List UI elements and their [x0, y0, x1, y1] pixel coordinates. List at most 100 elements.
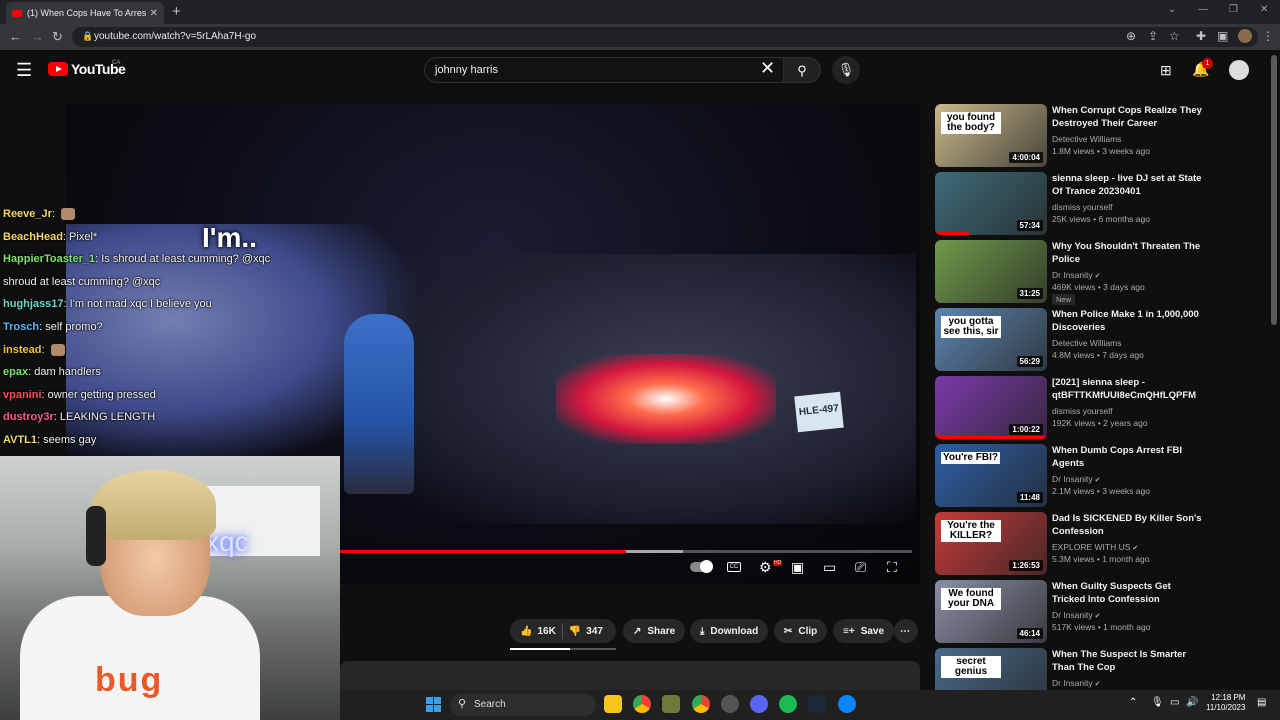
recommended-video[interactable]: you found the body? 4:00:04 When Corrupt C…: [935, 104, 1255, 168]
network-icon[interactable]: ▭: [1170, 697, 1179, 708]
miniplayer-icon[interactable]: ▣: [791, 559, 804, 576]
clear-search-icon[interactable]: ✕: [760, 58, 775, 79]
volume-icon[interactable]: 🔊: [1186, 697, 1198, 708]
download-button[interactable]: ⤓ Download: [690, 619, 769, 643]
share-icon: ↗: [633, 625, 642, 637]
side-panel-icon[interactable]: ▣: [1217, 29, 1228, 43]
progress-bar[interactable]: [340, 550, 912, 553]
channel-name[interactable]: Dr Insanity ✔: [1052, 678, 1100, 688]
video-thumbnail[interactable]: You're FBI? 11:48: [935, 444, 1047, 507]
channel-name[interactable]: EXPLORE WITH US ✔: [1052, 542, 1138, 552]
windows-start-icon[interactable]: [426, 697, 442, 713]
youtube-logo-icon[interactable]: [48, 62, 68, 76]
channel-name[interactable]: dismiss yourself: [1052, 406, 1112, 416]
steam-icon[interactable]: [808, 695, 826, 713]
dislike-button[interactable]: 👎 347: [569, 626, 603, 637]
autoplay-toggle[interactable]: [690, 560, 713, 573]
cast-icon[interactable]: ⎚: [855, 559, 866, 576]
fullscreen-icon[interactable]: ⛶: [887, 559, 897, 576]
create-video-icon[interactable]: ⊞: [1160, 62, 1172, 79]
spotify-icon[interactable]: [779, 695, 797, 713]
taskbar-clock[interactable]: 12:18 PM 11/10/2023: [1206, 693, 1245, 713]
forward-icon[interactable]: →: [31, 29, 44, 44]
microphone-tray-icon[interactable]: 🎙: [1151, 697, 1164, 708]
recommended-video[interactable]: 1:00:22 [2021] sienna sleep - qtBFTTKMfUU…: [935, 376, 1255, 440]
verified-icon: ✔: [1092, 273, 1101, 280]
notification-center-icon[interactable]: ▤: [1257, 697, 1266, 708]
recommended-video[interactable]: 31:25 Why You Shouldn't Threaten The Poli…: [935, 240, 1255, 305]
like-button[interactable]: 👍 16K: [520, 626, 556, 637]
chrome-icon[interactable]: [633, 695, 651, 713]
video-title[interactable]: sienna sleep - live DJ set at State Of T…: [1052, 172, 1202, 198]
channel-name[interactable]: Detective Williams: [1052, 338, 1121, 348]
reload-icon[interactable]: ↻: [52, 29, 63, 45]
channel-name[interactable]: dismiss yourself: [1052, 202, 1112, 212]
discord-icon[interactable]: [750, 695, 768, 713]
clip-button[interactable]: ✂ Clip: [774, 619, 828, 643]
url-field[interactable]: youtube.com/watch?v=5rLAha7H-go: [72, 27, 1258, 47]
taskbar-search[interactable]: Search: [450, 694, 596, 716]
watched-progress: [935, 436, 1047, 439]
close-window-icon[interactable]: ✕: [1260, 4, 1268, 15]
upload-age: 7 days ago: [1102, 350, 1144, 360]
video-title[interactable]: Why You Shouldn't Threaten The Police: [1052, 240, 1202, 266]
video-thumbnail[interactable]: you found the body? 4:00:04: [935, 104, 1047, 167]
voice-search-button[interactable]: 🎙: [832, 56, 860, 84]
video-title[interactable]: When The Suspect Is Smarter Than The Cop: [1052, 648, 1202, 674]
video-title[interactable]: When Police Make 1 in 1,000,000 Discover…: [1052, 308, 1202, 334]
channel-name[interactable]: Dr Insanity ✔: [1052, 610, 1100, 620]
recommended-video[interactable]: you gotta see this, sir 56:29 When Police …: [935, 308, 1255, 372]
video-thumbnail[interactable]: We found your DNA 46:14: [935, 580, 1047, 643]
subtitles-icon[interactable]: CC: [727, 562, 741, 572]
channel-name[interactable]: Dr Insanity ✔: [1052, 474, 1100, 484]
video-thumbnail[interactable]: 1:00:22: [935, 376, 1047, 439]
chrome-profile-icon[interactable]: [692, 695, 710, 713]
app-icon-2[interactable]: [838, 695, 856, 713]
video-thumbnail[interactable]: 57:34: [935, 172, 1047, 235]
video-title[interactable]: Dad Is SICKENED By Killer Son's Confessi…: [1052, 512, 1202, 538]
theater-mode-icon[interactable]: ▭: [823, 559, 836, 576]
more-actions-button[interactable]: ⋯: [894, 619, 918, 643]
recommended-video[interactable]: You're the KILLER? 1:26:53 Dad Is SICKENED…: [935, 512, 1255, 576]
search-input[interactable]: johnny harris: [424, 57, 784, 83]
browser-tab[interactable]: (1) When Cops Have To Arrest Th ✕: [6, 2, 164, 24]
video-thumbnail[interactable]: You're the KILLER? 1:26:53: [935, 512, 1047, 575]
page-scrollbar[interactable]: [1271, 55, 1277, 325]
license-plate: HLE-497: [794, 391, 844, 433]
file-explorer-icon[interactable]: [604, 695, 622, 713]
recommended-video[interactable]: We found your DNA 46:14 When Guilty Suspec…: [935, 580, 1255, 644]
share-button[interactable]: ↗ Share: [623, 619, 686, 643]
app-icon[interactable]: [662, 695, 680, 713]
video-title[interactable]: When Corrupt Cops Realize They Destroyed…: [1052, 104, 1202, 130]
share-page-icon[interactable]: ⇪: [1148, 29, 1158, 43]
recommended-video[interactable]: 57:34 sienna sleep - live DJ set at State…: [935, 172, 1255, 236]
menu-icon[interactable]: ☰: [16, 60, 32, 81]
account-avatar[interactable]: [1229, 60, 1249, 80]
video-thumbnail[interactable]: 31:25: [935, 240, 1047, 303]
obs-icon[interactable]: [721, 695, 739, 713]
tab-search-icon[interactable]: ⌄: [1168, 4, 1176, 15]
settings-gear-icon[interactable]: ⚙: [759, 559, 772, 576]
search-button[interactable]: ⚲: [783, 57, 821, 83]
close-tab-icon[interactable]: ✕: [150, 8, 158, 19]
video-title[interactable]: When Guilty Suspects Get Tricked Into Co…: [1052, 580, 1202, 606]
extensions-icon[interactable]: ✚: [1196, 29, 1206, 43]
bookmark-star-icon[interactable]: ☆: [1169, 29, 1180, 43]
channel-name[interactable]: Dr Insanity ✔: [1052, 270, 1100, 280]
tray-chevron-icon[interactable]: ⌃: [1129, 697, 1137, 708]
channel-name[interactable]: Detective Williams: [1052, 134, 1121, 144]
lock-icon[interactable]: 🔒: [82, 31, 93, 42]
save-button[interactable]: ≡+ Save: [833, 619, 895, 643]
browser-menu-icon[interactable]: ⋮: [1262, 29, 1274, 43]
profile-avatar[interactable]: [1238, 29, 1252, 43]
back-icon[interactable]: ←: [9, 29, 22, 44]
video-title[interactable]: [2021] sienna sleep - qtBFTTKMfUUI8eCmQH…: [1052, 376, 1202, 402]
minimize-icon[interactable]: —: [1198, 4, 1208, 15]
install-app-icon[interactable]: ⊕: [1126, 29, 1136, 43]
new-tab-icon[interactable]: +: [172, 3, 181, 20]
channel-label: Detective Williams: [1052, 338, 1122, 348]
video-thumbnail[interactable]: you gotta see this, sir 56:29: [935, 308, 1047, 371]
maximize-icon[interactable]: ❐: [1229, 4, 1238, 15]
video-title[interactable]: When Dumb Cops Arrest FBI Agents: [1052, 444, 1202, 470]
recommended-video[interactable]: You're FBI? 11:48 When Dumb Cops Arrest FB…: [935, 444, 1255, 508]
